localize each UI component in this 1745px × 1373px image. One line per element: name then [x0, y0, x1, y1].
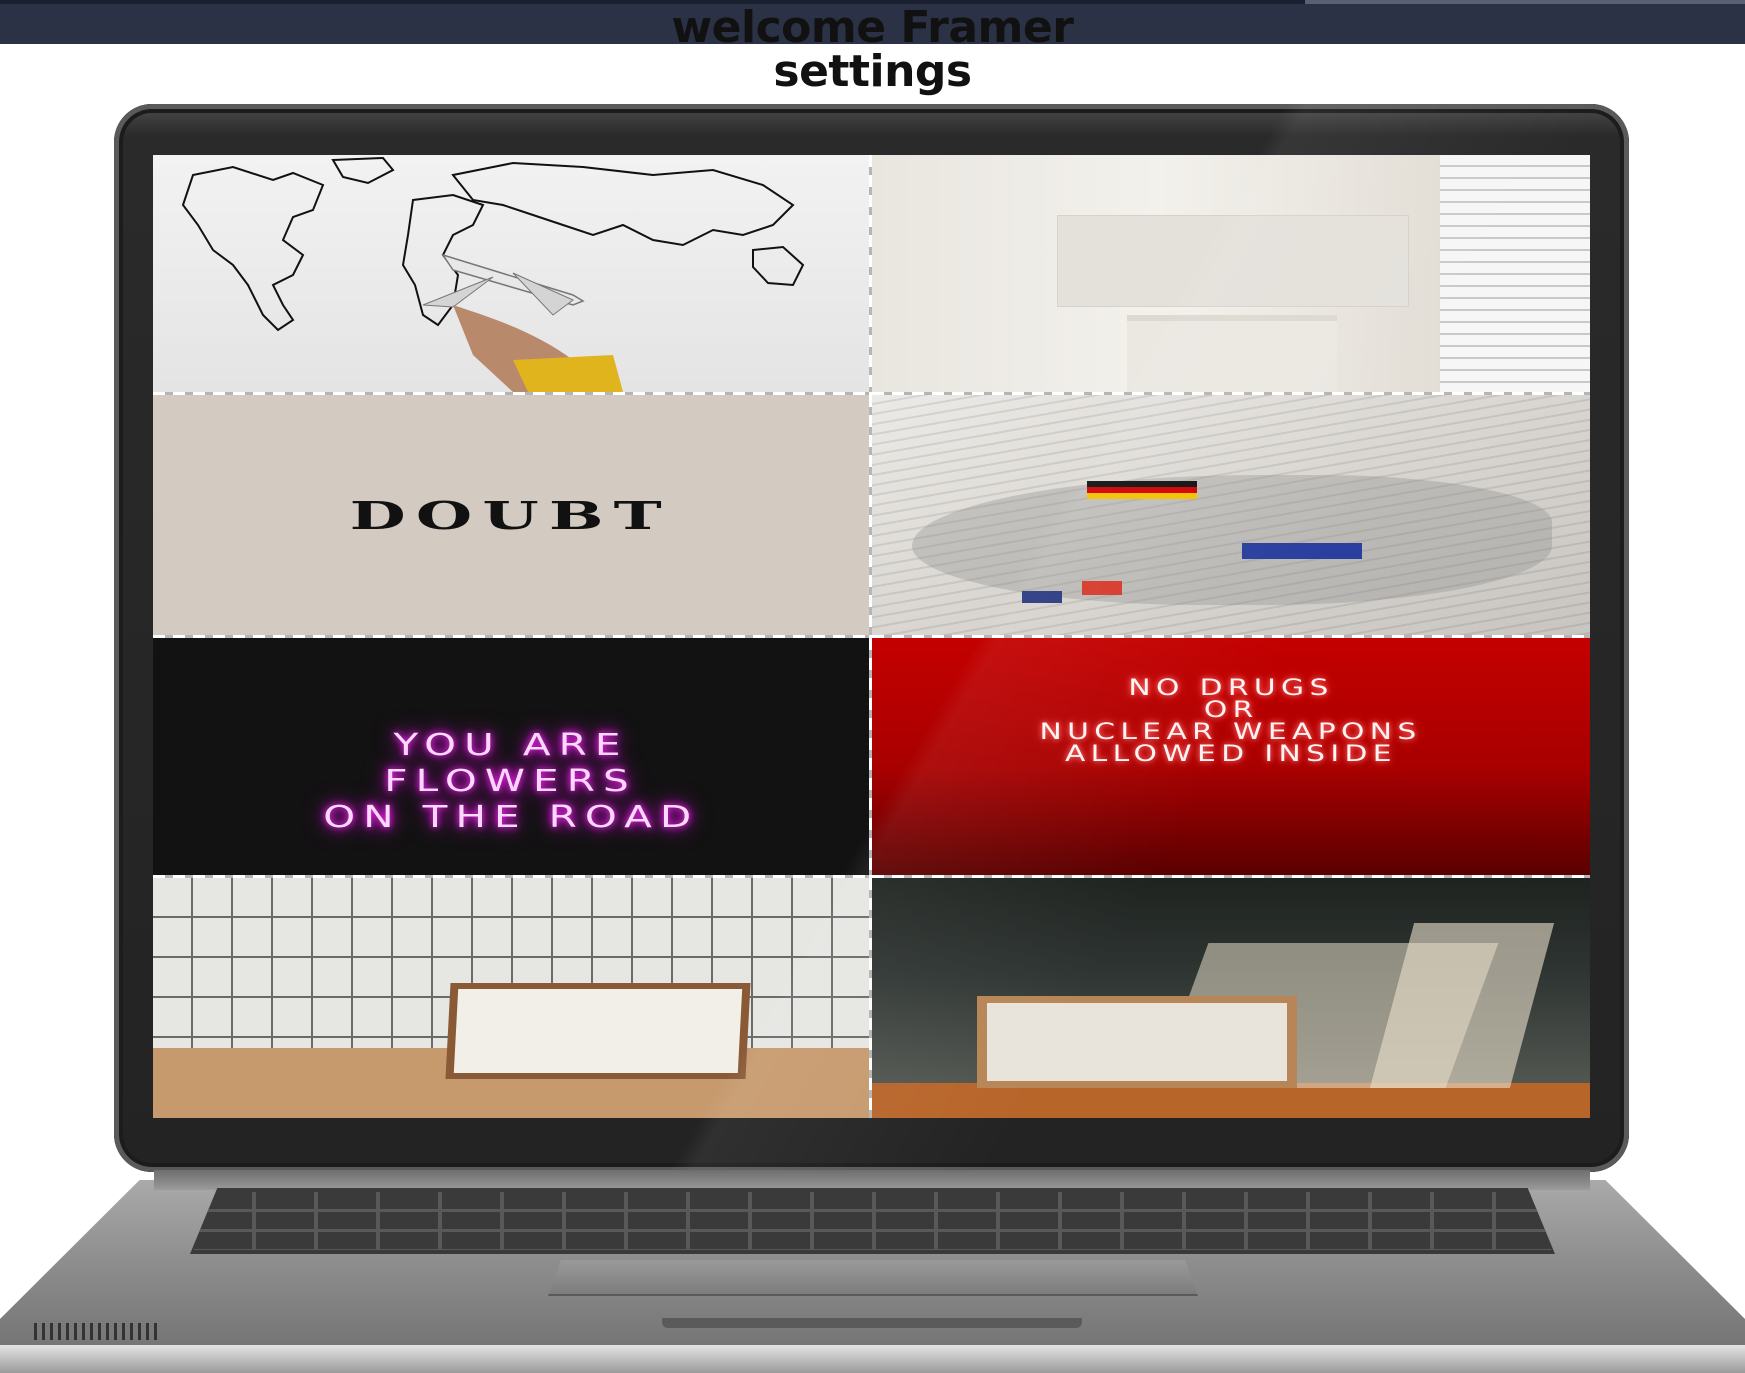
flag-icon: [1082, 581, 1122, 595]
neon-line: YOU ARE: [393, 727, 629, 763]
airplane-icon: [422, 253, 585, 316]
keyboard: [190, 1188, 1555, 1254]
tile-tiled-wall[interactable]: [153, 878, 869, 1118]
settings-link[interactable]: settings: [0, 46, 1745, 97]
eu-flag-icon: [1242, 543, 1362, 559]
flag-icon: [1022, 591, 1062, 603]
laptop-notch: [662, 1318, 1082, 1328]
tile-doubt[interactable]: DOUBT: [153, 395, 869, 635]
tile-pink-neon[interactable]: YOU ARE FLOWERS ON THE ROAD: [153, 638, 869, 875]
laptop-hinge: [154, 1170, 1590, 1190]
picture-frame: [445, 983, 751, 1079]
doubt-text: DOUBT: [349, 492, 673, 538]
image-gallery: DOUBT YOU ARE FLOWERS ON THE ROAD NO DRU…: [153, 155, 1590, 1118]
tile-shadow-wall[interactable]: [872, 878, 1590, 1118]
german-flag-icon: [1087, 481, 1197, 499]
neon-line: OR: [1203, 698, 1259, 723]
tile-world-map[interactable]: [153, 155, 869, 392]
vent-grille: [34, 1323, 160, 1340]
neon-line: NO DRUGS: [1128, 676, 1334, 701]
neon-line: ALLOWED INSIDE: [1064, 742, 1397, 767]
fireplace: [1127, 315, 1337, 392]
picture-frame: [977, 996, 1297, 1088]
blank-frame: [1057, 215, 1409, 307]
laptop-front-edge: [0, 1345, 1745, 1373]
neon-line: NUCLEAR WEAPONS: [1039, 720, 1423, 745]
tile-white-wall[interactable]: [872, 155, 1590, 392]
trackpad: [548, 1260, 1198, 1296]
tile-newspaper[interactable]: [872, 395, 1590, 635]
world-map-icon: [181, 156, 805, 392]
window-blinds: [1440, 155, 1590, 392]
tile-red-neon[interactable]: NO DRUGS OR NUCLEAR WEAPONS ALLOWED INSI…: [872, 638, 1590, 875]
neon-line: ON THE ROAD: [322, 799, 700, 835]
neon-line: FLOWERS: [384, 763, 638, 799]
